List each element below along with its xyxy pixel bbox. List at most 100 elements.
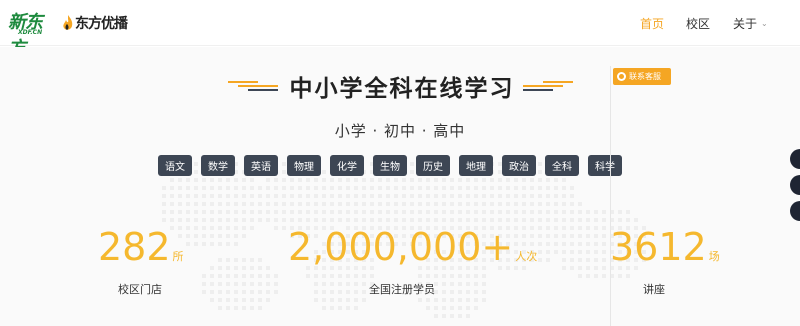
subject-tag[interactable]: 英语 [244,155,278,176]
subject-tag[interactable]: 地理 [459,155,493,176]
map-dot [554,186,558,190]
map-dot [322,186,326,190]
map-dot [266,218,270,222]
map-dot [274,218,278,222]
contact-service-button[interactable]: 联系客服 [613,68,671,85]
map-dot [354,218,358,222]
map-dot [578,218,582,222]
map-dot [370,218,374,222]
headset-icon [617,72,626,81]
map-dot [330,282,334,286]
map-dot [314,202,318,206]
map-dot [258,282,262,286]
map-dot [226,258,230,262]
map-dot [546,234,550,238]
nav-campus[interactable]: 校区 [686,0,710,46]
map-dot [242,210,246,214]
stat-label: 全国注册学员 [369,283,435,296]
xdf-logo[interactable]: 新东方 XDF.CN [8,8,58,59]
map-dot [434,202,438,206]
map-dot [482,282,486,286]
map-dot [474,282,478,286]
map-dot [514,210,518,214]
youbo-logo[interactable]: 东方优播 [62,12,128,34]
map-dot [482,194,486,198]
map-dot [186,226,190,230]
map-dot [578,234,582,238]
map-dot [354,306,358,310]
map-dot [538,226,542,230]
map-dot [242,306,246,310]
map-dot [234,298,238,302]
map-dot [466,178,470,182]
map-dot [418,210,422,214]
map-dot [450,306,454,310]
subject-tag[interactable]: 生物 [373,155,407,176]
nav-home[interactable]: 首页 [640,0,664,46]
map-dot [562,242,566,246]
map-dot [202,178,206,182]
map-dot [554,210,558,214]
subject-tag[interactable]: 政治 [502,155,536,176]
map-dot [258,210,262,214]
map-dot [362,282,366,286]
map-dot [330,186,334,190]
stat-label: 校区门店 [118,283,162,296]
map-dot [282,194,286,198]
title-right-decoration [522,81,573,91]
map-dot [178,186,182,190]
map-dot [570,242,574,246]
map-dot [322,282,326,286]
map-dot [578,242,582,246]
map-dot [386,202,390,206]
map-dot [250,258,254,262]
map-dot [434,274,438,278]
map-dot [210,210,214,214]
map-dot [506,194,510,198]
map-dot [210,226,214,230]
map-dot [306,178,310,182]
map-dot [386,218,390,222]
map-dot [602,258,606,262]
map-dot [562,258,566,262]
map-dot [458,202,462,206]
subject-tag[interactable]: 历史 [416,155,450,176]
map-dot [570,234,574,238]
subject-tag[interactable]: 化学 [330,155,364,176]
map-dot [466,210,470,214]
subject-tag[interactable]: 物理 [287,155,321,176]
map-dot [562,178,566,182]
map-dot [282,210,286,214]
nav-about[interactable]: 关于 ⌄ [733,0,768,46]
map-dot [218,218,222,222]
subject-tag[interactable]: 全科 [545,155,579,176]
map-dot [218,258,222,262]
subject-tag[interactable]: 语文 [158,155,192,176]
map-dot [306,202,310,206]
map-dot [474,210,478,214]
map-dot [434,298,438,302]
map-dot [274,226,278,230]
map-dot [242,218,246,222]
map-dot [226,210,230,214]
map-dot [362,274,366,278]
map-dot [250,274,254,278]
map-dot [474,186,478,190]
map-dot [346,290,350,294]
map-dot [186,186,190,190]
map-dot [442,178,446,182]
map-dot [306,218,310,222]
map-dot [466,290,470,294]
map-dot [522,218,526,222]
map-dot [218,282,222,286]
map-dot [554,218,558,222]
map-dot [314,178,318,182]
top-header: 新东方 XDF.CN 东方优播 首页 校区 关于 ⌄ [0,0,800,59]
map-dot [458,194,462,198]
map-dot [266,266,270,270]
subject-tag[interactable]: 数学 [201,155,235,176]
map-dot [186,202,190,206]
map-dot [458,290,462,294]
map-dot [266,282,270,286]
map-dot [346,186,350,190]
